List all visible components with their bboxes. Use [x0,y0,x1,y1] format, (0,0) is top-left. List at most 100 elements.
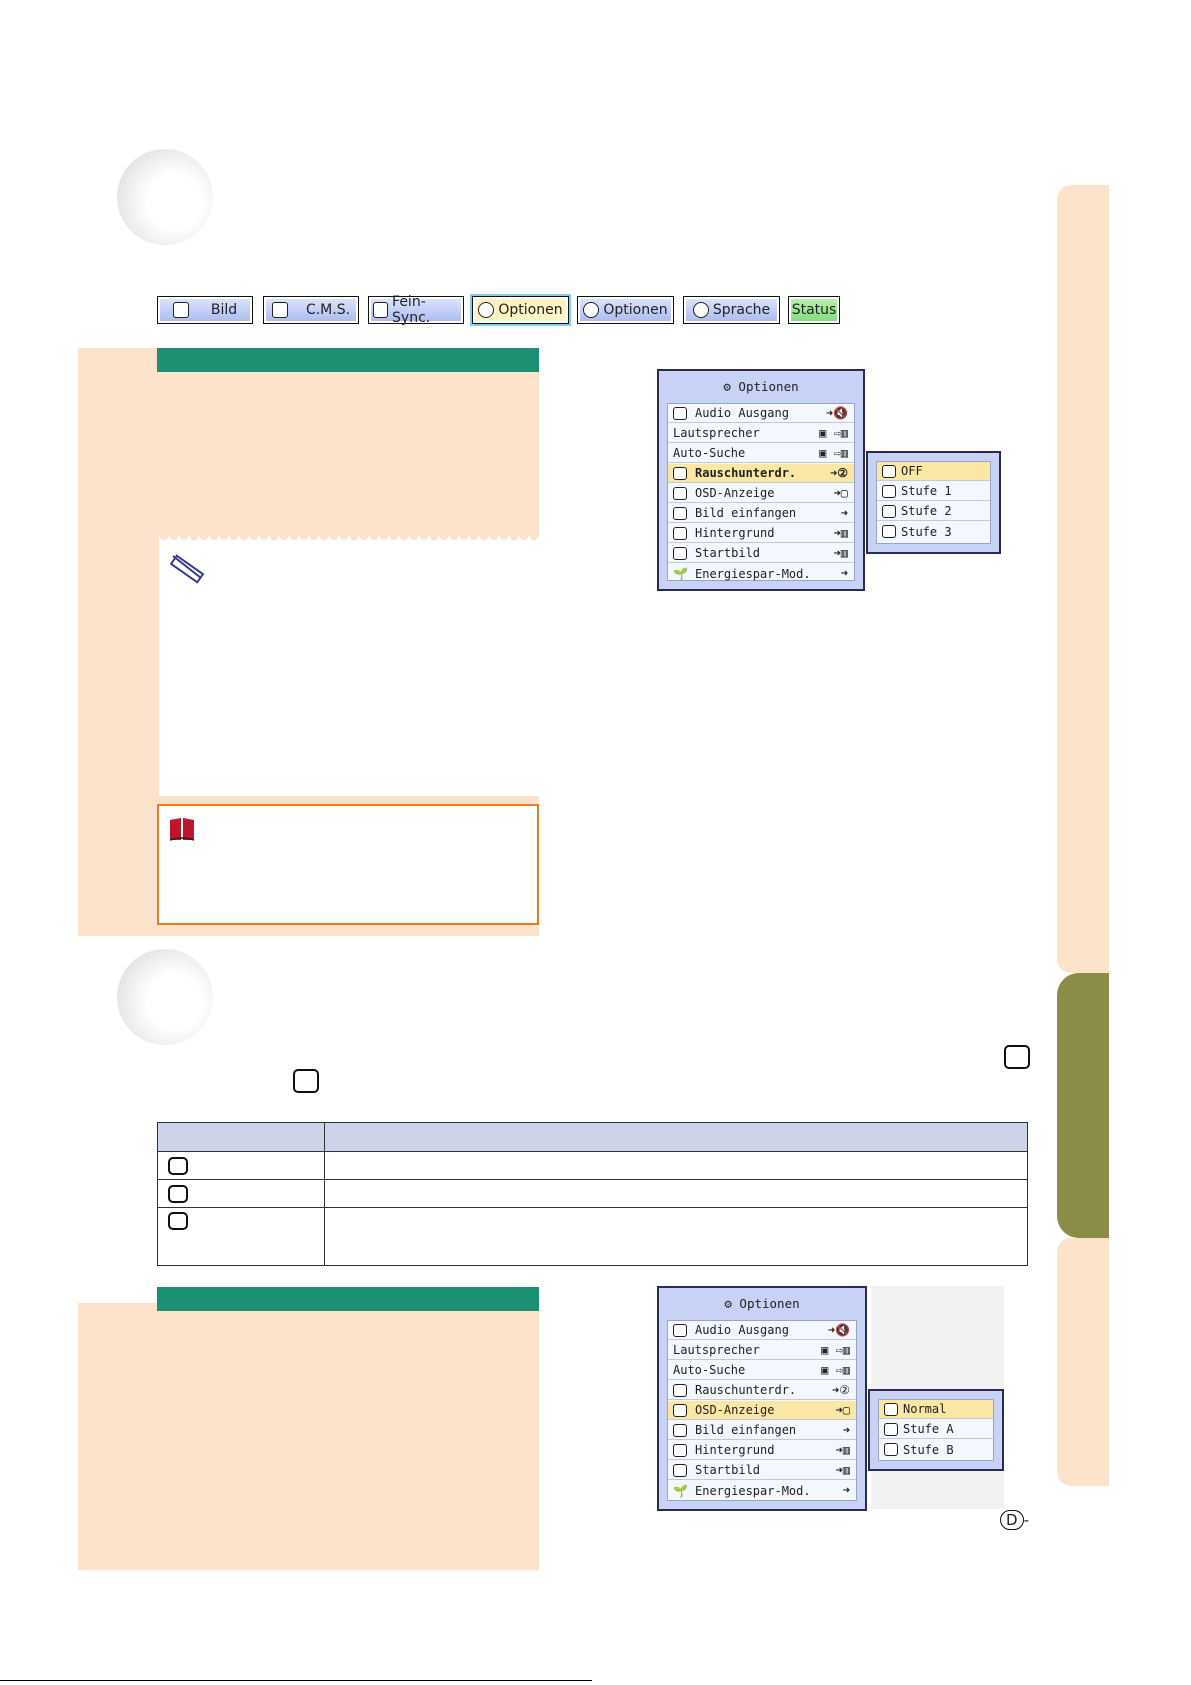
osd-row-bild-einfangen[interactable]: Bild einfangen ➜ [668,504,854,523]
table-cell [157,1179,325,1208]
submenu-item-stufe-b[interactable]: Stufe B [879,1440,993,1459]
osd-title: ⚙ Optionen [659,379,863,394]
row-value: ▣ ⇨▥ [819,446,848,460]
osd-title: ⚙ Optionen [659,1296,865,1311]
osd-row-auto-suche[interactable]: Auto-Suche ▣ ⇨▥ [668,444,854,463]
table-header-cell [157,1122,325,1152]
tab-label: C.M.S. [305,302,351,318]
side-tab-bottom[interactable] [1057,1238,1109,1486]
row-label: Bild einfangen [695,506,797,520]
row-value: ➜ [840,506,848,520]
osd-display-icon [673,486,687,500]
osd-list: Audio Ausgang ➜🔇 Lautsprecher ▣ ⇨▥ Auto-Su… [667,1320,857,1501]
row-label: Auto-Suche [673,1363,746,1377]
osd-row-hintergrund[interactable]: Hintergrund ➜▥ [668,1441,856,1460]
submenu-item-stufe-1[interactable]: Stufe 1 [877,482,990,501]
level-a-icon [168,1184,188,1203]
row-value: ➜② [830,466,848,480]
osd-row-rauschunterdr[interactable]: Rauschunterdr. ➜② [668,464,854,483]
tab-label: Fein-Sync. [392,294,431,326]
osd-level-b-icon [293,1069,319,1093]
row-value: ▣ ⇨▥ [821,1343,850,1357]
tab-optionen-2[interactable]: Optionen [577,296,674,324]
item-label: OFF [901,464,923,478]
osd-row-bild-einfangen[interactable]: Bild einfangen ➜ [668,1421,856,1440]
osd-row-osd-anzeige[interactable]: OSD-Anzeige ➜▢ [668,1401,856,1420]
osd-row-energiespar[interactable]: 🌱 Energiespar-Mod. ➜ [668,564,854,583]
noise-reduction-icon [673,1383,687,1397]
osd-row-osd-anzeige[interactable]: OSD-Anzeige ➜▢ [668,484,854,503]
page-marker-dash: - [1023,1511,1029,1529]
submenu-item-normal[interactable]: Normal [879,1400,993,1419]
speech-bubble-icon [692,302,709,318]
level-b-icon [884,1443,898,1456]
page-marker: D - [1000,1510,1029,1530]
level-3-icon [882,525,896,538]
tab-status[interactable]: Status [788,296,840,324]
row-value: ➜▥ [835,1463,850,1477]
osd-row-audio-ausgang[interactable]: Audio Ausgang ➜🔇 [668,404,854,423]
tab-label: Bild [210,302,238,318]
side-tab-active[interactable] [1057,973,1109,1238]
osd-row-rauschunterdr[interactable]: Rauschunterdr. ➜② [668,1381,856,1400]
normal-icon [168,1156,188,1175]
row-value: ➜▥ [833,526,848,540]
submenu-item-stufe-a[interactable]: Stufe A [879,1420,993,1439]
note-box-edge [159,536,539,544]
submenu-item-stufe-2[interactable]: Stufe 2 [877,502,990,521]
row-label: Energiespar-Mod. [695,566,811,581]
eco-plant-icon: 🌱 [673,1484,688,1498]
row-label: Lautsprecher [673,426,760,440]
tab-bild[interactable]: Bild [157,296,253,324]
row-value: ➜② [832,1383,850,1397]
osd-row-energiespar[interactable]: 🌱 Energiespar-Mod. ➜ [668,1481,856,1500]
submenu-list: Normal Stufe A Stufe B [878,1399,994,1461]
tab-label: Optionen [498,302,563,318]
osd-row-auto-suche[interactable]: Auto-Suche ▣ ⇨▥ [668,1361,856,1380]
level-a-icon [884,1422,898,1436]
submenu-list: OFF Stufe 1 Stufe 2 Stufe 3 [876,461,991,544]
startup-image-icon [673,546,687,560]
osd-row-audio-ausgang[interactable]: Audio Ausgang ➜🔇 [668,1321,856,1340]
tab-fein-sync[interactable]: Fein-Sync. [368,294,464,326]
tab-cms[interactable]: C.M.S. [263,296,359,324]
left-panel-2 [78,1303,539,1570]
item-label: Normal [903,1402,947,1416]
osd-menu-osd-anzeige: ⚙ Optionen Audio Ausgang ➜🔇 Lautsprecher ▣… [657,1286,867,1511]
osd-list: Audio Ausgang ➜🔇 Lautsprecher ▣ ⇨▥ Auto-Su… [667,403,855,581]
table-row [157,1179,1028,1208]
osd-level-a-icon [1004,1045,1030,1069]
table-cell [324,1151,1028,1180]
background-icon [673,526,687,540]
table-cell [324,1179,1028,1208]
osd-row-hintergrund[interactable]: Hintergrund ➜▥ [668,524,854,543]
osd-row-lautsprecher[interactable]: Lautsprecher ▣ ⇨▥ [668,424,854,443]
table-row [157,1207,1028,1266]
row-value: ▣ ⇨▥ [819,426,848,440]
osd-row-startbild[interactable]: Startbild ➜▥ [668,544,854,563]
tab-sprache[interactable]: Sprache [683,296,780,324]
picture-icon [172,302,189,318]
osd-row-startbild[interactable]: Startbild ➜▥ [668,1461,856,1480]
submenu-item-off[interactable]: OFF [877,462,990,481]
row-label: Bild einfangen [695,1423,797,1437]
osd-row-lautsprecher[interactable]: Lautsprecher ▣ ⇨▥ [668,1341,856,1360]
row-value: ➜🔇 [827,1323,850,1337]
level-1-icon [882,484,896,498]
table-cell [157,1207,325,1266]
item-label: Stufe A [903,1422,954,1436]
tab-optionen-1[interactable]: Optionen [470,294,571,326]
side-tab-top[interactable] [1057,185,1109,973]
level-b-icon [168,1212,188,1230]
off-icon [882,464,896,478]
row-label: OSD-Anzeige [695,1403,775,1417]
section-marker-circle-1 [117,149,213,245]
eco-plant-icon: 🌱 [673,567,688,581]
item-label: Stufe 2 [901,504,952,518]
important-box [157,804,539,925]
row-label: Energiespar-Mod. [695,1483,811,1498]
row-label: Hintergrund [695,526,775,540]
row-label: Lautsprecher [673,1343,760,1357]
submenu-item-stufe-3[interactable]: Stufe 3 [877,522,990,541]
item-label: Stufe 1 [901,484,952,498]
